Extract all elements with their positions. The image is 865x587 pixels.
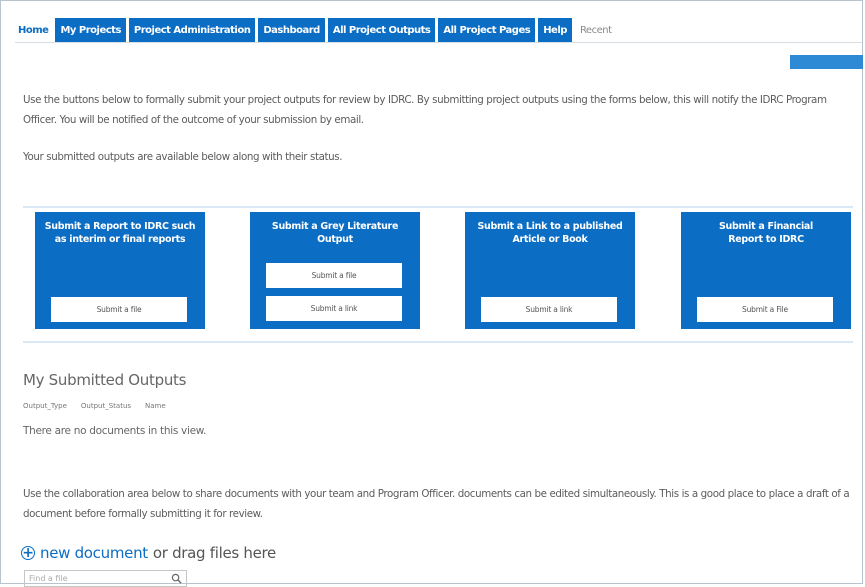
drag-files-label: or drag files here	[152, 544, 276, 562]
column-header-output-type[interactable]: Output_Type	[23, 402, 67, 410]
report-card: Submit a Report to IDRC such as interim …	[35, 212, 205, 329]
submit-grey-file-button[interactable]: Submit a file	[266, 263, 402, 288]
section-divider	[23, 206, 853, 208]
submitted-outputs-title: My Submitted Outputs	[23, 371, 187, 389]
new-document-link[interactable]: new document	[40, 544, 148, 562]
tab-all-project-outputs[interactable]: All Project Outputs	[327, 18, 436, 42]
tab-all-project-pages[interactable]: All Project Pages	[438, 18, 536, 42]
nav-divider	[15, 42, 862, 43]
submit-financial-file-button[interactable]: Submit a File	[697, 297, 833, 322]
section-divider	[23, 341, 853, 343]
top-navigation: Home My Projects Project Administration …	[15, 18, 617, 42]
column-header-name[interactable]: Name	[145, 402, 166, 410]
report-card-title: Submit a Report to IDRC such as interim …	[44, 221, 196, 245]
grey-literature-card-title: Submit a Grey Literature Output	[271, 221, 399, 245]
grey-literature-card: Submit a Grey Literature Output Submit a…	[250, 212, 420, 329]
find-file-box	[24, 570, 187, 587]
column-headers: Output_Type Output_Status Name	[23, 402, 166, 410]
financial-report-card-title: Submit a Financial Report to IDRC	[719, 221, 813, 245]
status-note: Your submitted outputs are available bel…	[23, 151, 343, 163]
edit-page-button[interactable]	[790, 55, 863, 69]
submit-report-file-button[interactable]: Submit a file	[51, 297, 187, 322]
tab-dashboard[interactable]: Dashboard	[258, 18, 325, 42]
intro-text: Use the buttons below to formally submit…	[23, 94, 827, 126]
collaboration-text: Use the collaboration area below to shar…	[23, 488, 850, 520]
tab-recent[interactable]: Recent	[574, 18, 617, 42]
column-header-output-status[interactable]: Output_Status	[81, 402, 131, 410]
financial-report-card: Submit a Financial Report to IDRC Submit…	[681, 212, 851, 329]
submit-article-link-button[interactable]: Submit a link	[481, 297, 617, 322]
search-icon[interactable]	[171, 573, 182, 584]
tab-project-administration[interactable]: Project Administration	[128, 18, 256, 42]
tab-home[interactable]: Home	[15, 18, 53, 42]
page-frame: Home My Projects Project Administration …	[0, 0, 863, 587]
empty-view-message: There are no documents in this view.	[23, 425, 207, 437]
tab-my-projects[interactable]: My Projects	[55, 18, 126, 42]
submit-grey-link-button[interactable]: Submit a link	[266, 296, 402, 321]
tab-help[interactable]: Help	[538, 18, 572, 42]
plus-circle-icon[interactable]: +	[21, 546, 35, 560]
article-link-card: Submit a Link to a published Article or …	[465, 212, 635, 329]
article-link-card-title: Submit a Link to a published Article or …	[477, 221, 623, 245]
new-document-area: + new document or drag files here	[21, 544, 276, 562]
find-file-input[interactable]	[29, 574, 169, 583]
